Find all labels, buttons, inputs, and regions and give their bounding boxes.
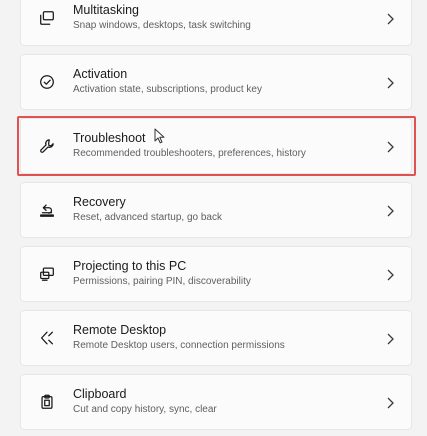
settings-item-description: Permissions, pairing PIN, discoverabilit… (73, 276, 251, 287)
settings-item-troubleshoot[interactable]: Troubleshoot Recommended troubleshooters… (20, 118, 412, 174)
settings-item-title: Recovery (73, 195, 126, 209)
chevron-right-icon (385, 12, 395, 25)
settings-item-clipboard[interactable]: Clipboard Cut and copy history, sync, cl… (20, 374, 412, 430)
settings-item-title: Remote Desktop (73, 323, 167, 337)
projector-icon (37, 264, 57, 284)
clipboard-icon (37, 392, 57, 412)
settings-item-description: Recommended troubleshooters, preferences… (73, 148, 306, 159)
chevron-right-icon (385, 332, 395, 345)
settings-item-description: Cut and copy history, sync, clear (73, 404, 217, 415)
settings-item-remote-desktop[interactable]: Remote Desktop Remote Desktop users, con… (20, 310, 412, 366)
chevron-right-icon (385, 76, 395, 89)
settings-item-title: Clipboard (73, 387, 127, 401)
system-settings-list: Multitasking Snap windows, desktops, tas… (0, 0, 427, 436)
recovery-icon (37, 200, 57, 220)
settings-item-title: Multitasking (73, 3, 139, 17)
settings-item-recovery[interactable]: Recovery Reset, advanced startup, go bac… (20, 182, 412, 238)
settings-item-description: Reset, advanced startup, go back (73, 212, 222, 223)
remote-desktop-icon (37, 328, 57, 348)
chevron-right-icon (385, 140, 395, 153)
chevron-right-icon (385, 268, 395, 281)
settings-item-title: Activation (73, 67, 128, 81)
settings-item-description: Remote Desktop users, connection permiss… (73, 340, 285, 351)
settings-item-title: Troubleshoot (73, 131, 146, 145)
settings-item-description: Activation state, subscriptions, product… (73, 84, 262, 95)
settings-item-multitasking[interactable]: Multitasking Snap windows, desktops, tas… (20, 0, 412, 46)
multitasking-icon (37, 8, 57, 28)
settings-item-description: Snap windows, desktops, task switching (73, 20, 251, 31)
settings-item-projecting[interactable]: Projecting to this PC Permissions, pairi… (20, 246, 412, 302)
activation-icon (37, 72, 57, 92)
chevron-right-icon (385, 204, 395, 217)
wrench-icon (37, 136, 57, 156)
mouse-cursor-icon (154, 128, 165, 144)
settings-item-title: Projecting to this PC (73, 259, 187, 273)
chevron-right-icon (385, 396, 395, 409)
settings-item-activation[interactable]: Activation Activation state, subscriptio… (20, 54, 412, 110)
